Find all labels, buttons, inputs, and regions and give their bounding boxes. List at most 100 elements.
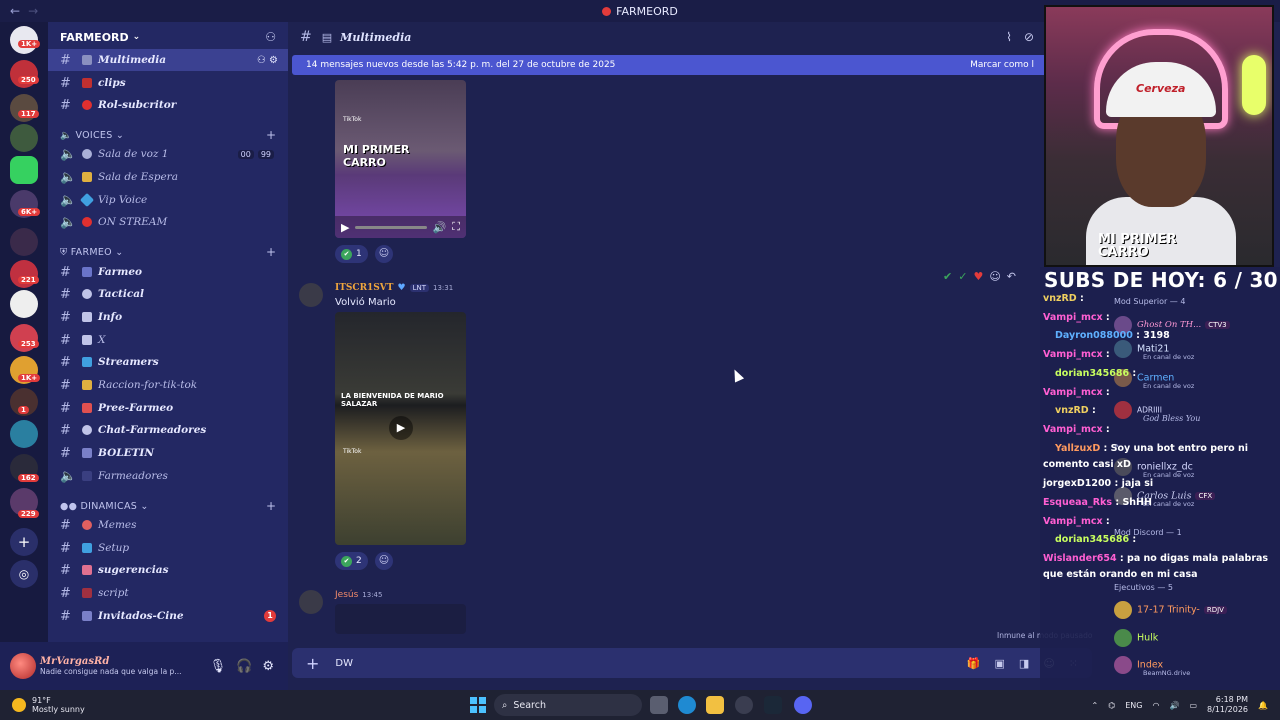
volume-icon[interactable]: 🔊 [1169, 701, 1179, 710]
fullscreen-icon[interactable]: ⛶ [452, 220, 460, 234]
voice-channel[interactable]: 🔈 Sala de Espera [48, 166, 288, 188]
hash-icon: # [60, 264, 71, 280]
server-header[interactable]: FARMEORD ⌄ ⚇ [48, 22, 288, 52]
windows-start-icon[interactable] [470, 697, 486, 713]
avatar[interactable] [299, 590, 323, 614]
user-name[interactable]: MrVargasRd [40, 656, 181, 667]
channel-multimedia[interactable]: # Multimedia ⚇ ⚙ [48, 49, 288, 71]
voice-channel[interactable]: 🔈 ON STREAM [48, 211, 288, 233]
gear-icon[interactable]: ⚙ [262, 659, 274, 674]
new-messages-banner[interactable]: 14 mensajes nuevos desde las 5:42 p. m. … [292, 55, 1048, 75]
discover-icon[interactable]: ◎ [10, 560, 38, 588]
channel-script[interactable]: # script [48, 582, 288, 604]
server-icon[interactable] [10, 124, 38, 152]
channel-x[interactable]: # X [48, 329, 288, 351]
channel-raccion[interactable]: # Raccion-for-tik-tok [48, 374, 288, 396]
channel-setup[interactable]: # Setup [48, 537, 288, 559]
reaction-check[interactable]: ✔ 2 [335, 552, 368, 570]
mark-read-button[interactable]: Marcar como l [970, 60, 1034, 70]
category-dinamicas[interactable]: ●● DINAMICAS ⌄ + [60, 499, 276, 513]
add-reaction-icon[interactable]: ☺ [375, 245, 393, 263]
steam-icon[interactable] [764, 696, 782, 714]
avatar[interactable] [10, 653, 36, 679]
speaker-icon: 🔈 [60, 146, 77, 162]
timestamp: 13:45 [362, 591, 383, 599]
microphone-icon[interactable]: 🎙 [210, 659, 227, 674]
member-item[interactable]: 17-17 Trinity- RDJV [1114, 601, 1227, 619]
channel-pree-farmeo[interactable]: # Pree-Farmeo [48, 397, 288, 419]
mute-icon[interactable]: ⊘ [1024, 30, 1034, 44]
add-reaction-icon[interactable]: ☺ [989, 270, 1000, 283]
channel-label: Farmeo [98, 266, 143, 278]
voice-channel[interactable]: 🔈 Sala de voz 1 00 99 [48, 143, 288, 165]
avatar[interactable] [299, 283, 323, 307]
volume-icon[interactable]: 🔊 [433, 221, 447, 234]
category-farmeo[interactable]: ⛨ FARMEO ⌄ + [60, 245, 276, 259]
member-item[interactable]: Index BeamNG.drive [1114, 656, 1190, 677]
message-input[interactable]: + DW 🎁 ▣ ◨ ☺ ⁙ [292, 648, 1092, 678]
threads-icon[interactable]: ⌇ [1006, 30, 1012, 44]
member-item[interactable]: Hulk [1114, 629, 1158, 647]
channel-farmeo[interactable]: # Farmeo [48, 261, 288, 283]
add-member-icon[interactable]: ⚇ [265, 30, 276, 44]
server-icon[interactable] [10, 420, 38, 448]
kick-server-icon[interactable] [10, 156, 38, 184]
channel-invitados-cine[interactable]: # Invitados-Cine 1 [48, 605, 288, 627]
add-channel-icon[interactable]: + [266, 245, 276, 259]
mouse-cursor-icon [729, 367, 745, 383]
discord-icon[interactable] [794, 696, 812, 714]
play-icon[interactable]: ▶ [341, 221, 349, 234]
channel-farmeadores[interactable]: 🔈 Farmeadores [48, 465, 288, 487]
clock[interactable]: 6:18 PM 8/11/2026 [1207, 695, 1248, 715]
heart-icon[interactable]: ♥ [973, 270, 983, 283]
headphones-icon[interactable]: 🎧 [236, 659, 252, 674]
obs-icon[interactable] [735, 696, 753, 714]
progress-bar[interactable] [355, 225, 427, 229]
channel-streamers[interactable]: # Streamers [48, 351, 288, 373]
reply-icon[interactable]: ↶ [1007, 270, 1016, 283]
add-server-icon[interactable]: + [10, 528, 38, 556]
play-icon[interactable]: ▶ [389, 416, 413, 440]
battery-icon[interactable]: ▭ [1189, 701, 1197, 710]
network-icon[interactable]: ⌬ [1108, 701, 1115, 710]
wifi-icon[interactable]: ◠ [1152, 701, 1159, 710]
media-embed[interactable] [335, 604, 466, 634]
attach-plus-icon[interactable]: + [306, 654, 319, 673]
voice-channel[interactable]: 🔈 Vip Voice [48, 189, 288, 211]
channel-sugerencias[interactable]: # sugerencias [48, 559, 288, 581]
channel-settings-icon[interactable]: ⚇ ⚙ [257, 55, 278, 66]
gift-icon[interactable]: 🎁 [967, 657, 981, 670]
lang-indicator[interactable]: ENG [1125, 701, 1142, 710]
server-icon[interactable] [10, 228, 38, 256]
server-icon[interactable] [10, 290, 38, 318]
notification-bell-icon[interactable]: 🔔 [1258, 701, 1268, 710]
category-voices[interactable]: 🔈 VOICES ⌄ + [60, 128, 276, 142]
add-channel-icon[interactable]: + [266, 499, 276, 513]
file-explorer-icon[interactable] [706, 696, 724, 714]
channel-tactical[interactable]: # Tactical [48, 283, 288, 305]
reaction-check[interactable]: ✔ 1 [335, 245, 368, 263]
channel-clips[interactable]: # clips [48, 72, 288, 94]
message-input-value[interactable]: DW [335, 658, 353, 669]
message-author[interactable]: Jesús [335, 590, 358, 600]
check-reaction-icon[interactable]: ✔ [943, 270, 952, 283]
add-channel-icon[interactable]: + [266, 128, 276, 142]
check-reaction-icon[interactable]: ✓ [958, 270, 967, 283]
edge-icon[interactable] [678, 696, 696, 714]
task-view-icon[interactable] [650, 696, 668, 714]
chevron-up-icon[interactable]: ⌃ [1092, 701, 1099, 710]
weather-widget[interactable]: 91°F Mostly sunny [12, 696, 85, 714]
channel-rol-subcritor[interactable]: # Rol-subcritor [48, 94, 288, 116]
channel-boletin[interactable]: # BOLETIN [48, 442, 288, 464]
channel-chat-farmeadores[interactable]: # Chat-Farmeadores [48, 419, 288, 441]
sticker-icon[interactable]: ◨ [1019, 657, 1029, 670]
channel-memes[interactable]: # Memes [48, 514, 288, 536]
channel-emoji-icon [82, 335, 92, 345]
video-embed[interactable]: TikTok MI PRIMER CARRO ▶ 🔊 ⛶ [335, 80, 466, 238]
channel-info[interactable]: # Info [48, 306, 288, 328]
video-embed[interactable]: LA BIENVENIDA DE MARIO SALAZAR ▶ TikTok [335, 312, 466, 545]
gif-icon[interactable]: ▣ [995, 657, 1005, 670]
message-author[interactable]: ITSCR1SVT [335, 283, 394, 293]
taskbar-search[interactable]: ⌕ Search [494, 694, 642, 716]
add-reaction-icon[interactable]: ☺ [375, 552, 393, 570]
